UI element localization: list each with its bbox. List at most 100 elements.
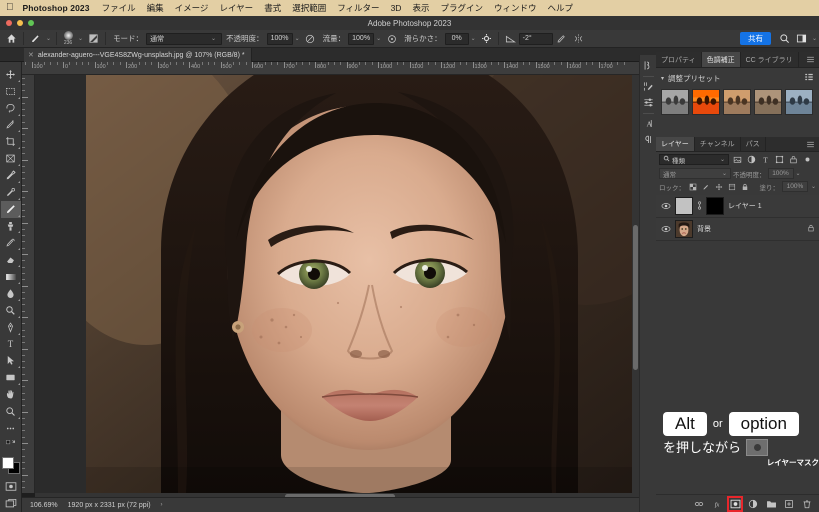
quick-mask-icon[interactable] <box>1 478 21 495</box>
brush-preset-picker[interactable]: 236 <box>60 30 76 47</box>
share-button[interactable]: 共有 <box>739 32 771 45</box>
pressure-size-icon[interactable] <box>553 30 570 47</box>
opacity-input[interactable]: 100% <box>266 32 293 45</box>
scrollbar-thumb-vertical[interactable] <box>633 225 638 370</box>
layer-mask-thumbnail[interactable] <box>706 197 724 215</box>
opacity-chevron-icon[interactable]: ⌄ <box>293 35 302 42</box>
menu-image[interactable]: イメージ <box>175 2 209 14</box>
menu-plugins[interactable]: プラグイン <box>440 2 483 14</box>
menu-window[interactable]: ウィンドウ <box>494 2 537 14</box>
brush-tool[interactable] <box>0 200 21 218</box>
clone-stamp-tool[interactable] <box>1 218 21 235</box>
canvas-area[interactable] <box>35 75 639 493</box>
preset-cool-blue[interactable] <box>785 89 813 115</box>
frame-tool[interactable] <box>1 150 21 167</box>
filter-toggle-icon[interactable] <box>802 154 813 165</box>
document-image[interactable] <box>86 75 639 493</box>
layer-opacity-input[interactable]: 100% <box>767 168 794 179</box>
edit-toolbar-button[interactable] <box>1 420 21 437</box>
brush-settings-panel-icon[interactable] <box>85 30 102 47</box>
layer-name[interactable]: 背景 <box>697 224 711 234</box>
quick-selection-tool[interactable] <box>1 117 21 134</box>
filter-smart-object-icon[interactable] <box>788 154 799 165</box>
layer-row-background[interactable]: 背景 <box>656 218 819 241</box>
delete-layer-button[interactable] <box>801 498 813 510</box>
menu-view[interactable]: 表示 <box>412 2 429 14</box>
tool-preset-chevron-icon[interactable]: ⌄ <box>44 35 53 42</box>
maximize-window-button[interactable] <box>28 20 34 26</box>
eyedropper-tool[interactable] <box>1 167 21 184</box>
new-layer-button[interactable] <box>783 498 795 510</box>
layers-panel-menu-icon[interactable] <box>802 137 819 151</box>
smoothing-chevron-icon[interactable]: ⌄ <box>469 35 478 42</box>
list-view-icon[interactable] <box>804 72 814 84</box>
lasso-tool[interactable] <box>1 100 21 117</box>
window-controls[interactable] <box>6 20 34 26</box>
move-tool[interactable] <box>1 66 21 83</box>
new-group-button[interactable] <box>765 498 777 510</box>
eye-icon[interactable] <box>660 224 671 235</box>
close-icon[interactable]: ✕ <box>28 51 34 59</box>
zoom-tool[interactable] <box>1 403 21 420</box>
menu-select[interactable]: 選択範囲 <box>292 2 326 14</box>
color-swatches[interactable] <box>1 456 21 475</box>
chevron-down-icon[interactable]: ⌄ <box>796 170 801 177</box>
apple-logo-icon[interactable]:  <box>6 3 14 13</box>
path-selection-tool[interactable] <box>1 352 21 369</box>
layer-filter-kind-select[interactable]: 種類 ⌄ <box>659 154 729 165</box>
workspace-icon[interactable] <box>793 30 810 47</box>
canvas-vertical-scrollbar[interactable] <box>632 75 639 493</box>
layer-thumbnail[interactable] <box>675 197 693 215</box>
hand-tool[interactable] <box>1 386 21 403</box>
adjustment-presets-header[interactable]: ▾ 調整プリセット <box>661 72 814 84</box>
type-tool[interactable]: T <box>1 336 21 353</box>
workspace-chevron-icon[interactable]: ⌄ <box>810 35 819 42</box>
history-icon[interactable] <box>641 58 656 73</box>
layer-name[interactable]: レイヤー 1 <box>728 201 762 211</box>
lock-transparent-icon[interactable] <box>688 182 698 192</box>
menu-filter[interactable]: フィルター <box>337 2 379 14</box>
lock-image-icon[interactable] <box>701 182 711 192</box>
blur-tool[interactable] <box>1 285 21 302</box>
preset-warm-muted[interactable] <box>723 89 751 115</box>
background-layer-thumbnail[interactable] <box>675 220 693 238</box>
add-layer-mask-button[interactable] <box>727 495 743 512</box>
symmetry-icon[interactable] <box>570 30 587 47</box>
status-menu-arrow-icon[interactable]: › <box>161 502 163 508</box>
smoothing-input[interactable]: 0% <box>444 32 469 45</box>
tab-properties[interactable]: プロパティ <box>656 52 702 67</box>
close-window-button[interactable] <box>6 20 12 26</box>
paragraph-panel-icon[interactable] <box>641 132 656 147</box>
flow-input[interactable]: 100% <box>348 32 375 45</box>
blend-mode-select[interactable]: 通常 ⌄ <box>659 168 731 179</box>
link-icon[interactable] <box>697 200 702 212</box>
menu-layer[interactable]: レイヤー <box>219 2 253 14</box>
pen-tool[interactable] <box>1 319 21 336</box>
lock-artboard-icon[interactable] <box>727 182 737 192</box>
chevron-down-icon[interactable]: ▾ <box>661 75 664 82</box>
document-tab[interactable]: ✕ alexander-aguero---VGE4S8ZWg-unsplash.… <box>24 48 252 62</box>
minimize-window-button[interactable] <box>17 20 23 26</box>
dodge-tool[interactable] <box>1 302 21 319</box>
preset-vivid-sunset[interactable] <box>692 89 720 115</box>
layer-style-button[interactable]: fx <box>711 498 723 510</box>
rectangular-marquee-tool[interactable] <box>1 83 21 100</box>
menu-edit[interactable]: 編集 <box>147 2 164 14</box>
brush-tool-icon[interactable] <box>27 30 44 47</box>
home-icon[interactable] <box>3 30 20 47</box>
flow-chevron-icon[interactable]: ⌄ <box>374 35 383 42</box>
filter-type-icon[interactable]: T <box>760 154 771 165</box>
lock-all-icon[interactable] <box>740 182 750 192</box>
menu-file[interactable]: ファイル <box>102 2 136 14</box>
preset-bw[interactable] <box>661 89 689 115</box>
tab-paths[interactable]: パス <box>741 137 766 151</box>
lock-position-icon[interactable] <box>714 182 724 192</box>
filter-shape-icon[interactable] <box>774 154 785 165</box>
eraser-tool[interactable] <box>1 251 21 268</box>
default-colors-icon[interactable] <box>1 437 21 454</box>
brush-settings-icon[interactable] <box>641 79 656 94</box>
preset-sepia[interactable] <box>754 89 782 115</box>
eye-icon[interactable] <box>660 201 671 212</box>
gear-icon[interactable] <box>478 30 495 47</box>
filter-adjustment-icon[interactable] <box>746 154 757 165</box>
